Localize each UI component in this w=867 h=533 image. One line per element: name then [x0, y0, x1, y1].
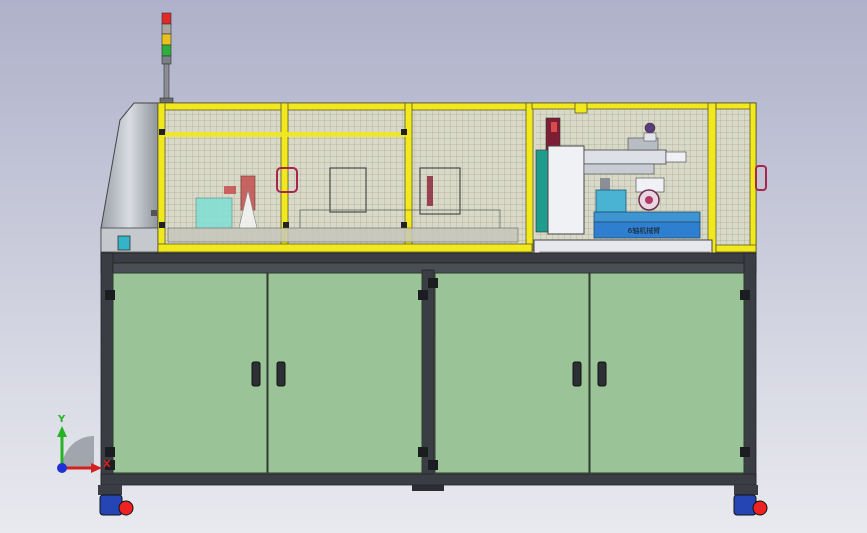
- signal-tower: [159, 12, 174, 104]
- axis-x-label: X: [103, 459, 111, 470]
- machine-drawing: [57, 12, 768, 516]
- axis-triad: [57, 426, 102, 473]
- axis-y-label: Y: [58, 414, 66, 425]
- conveyor-label: 6轴机械臂: [627, 227, 661, 235]
- caster-left: [98, 485, 134, 516]
- cad-viewport[interactable]: 6轴机械臂 Y X: [0, 0, 867, 533]
- control-enclosure: [100, 102, 159, 253]
- caster-right: [733, 485, 768, 516]
